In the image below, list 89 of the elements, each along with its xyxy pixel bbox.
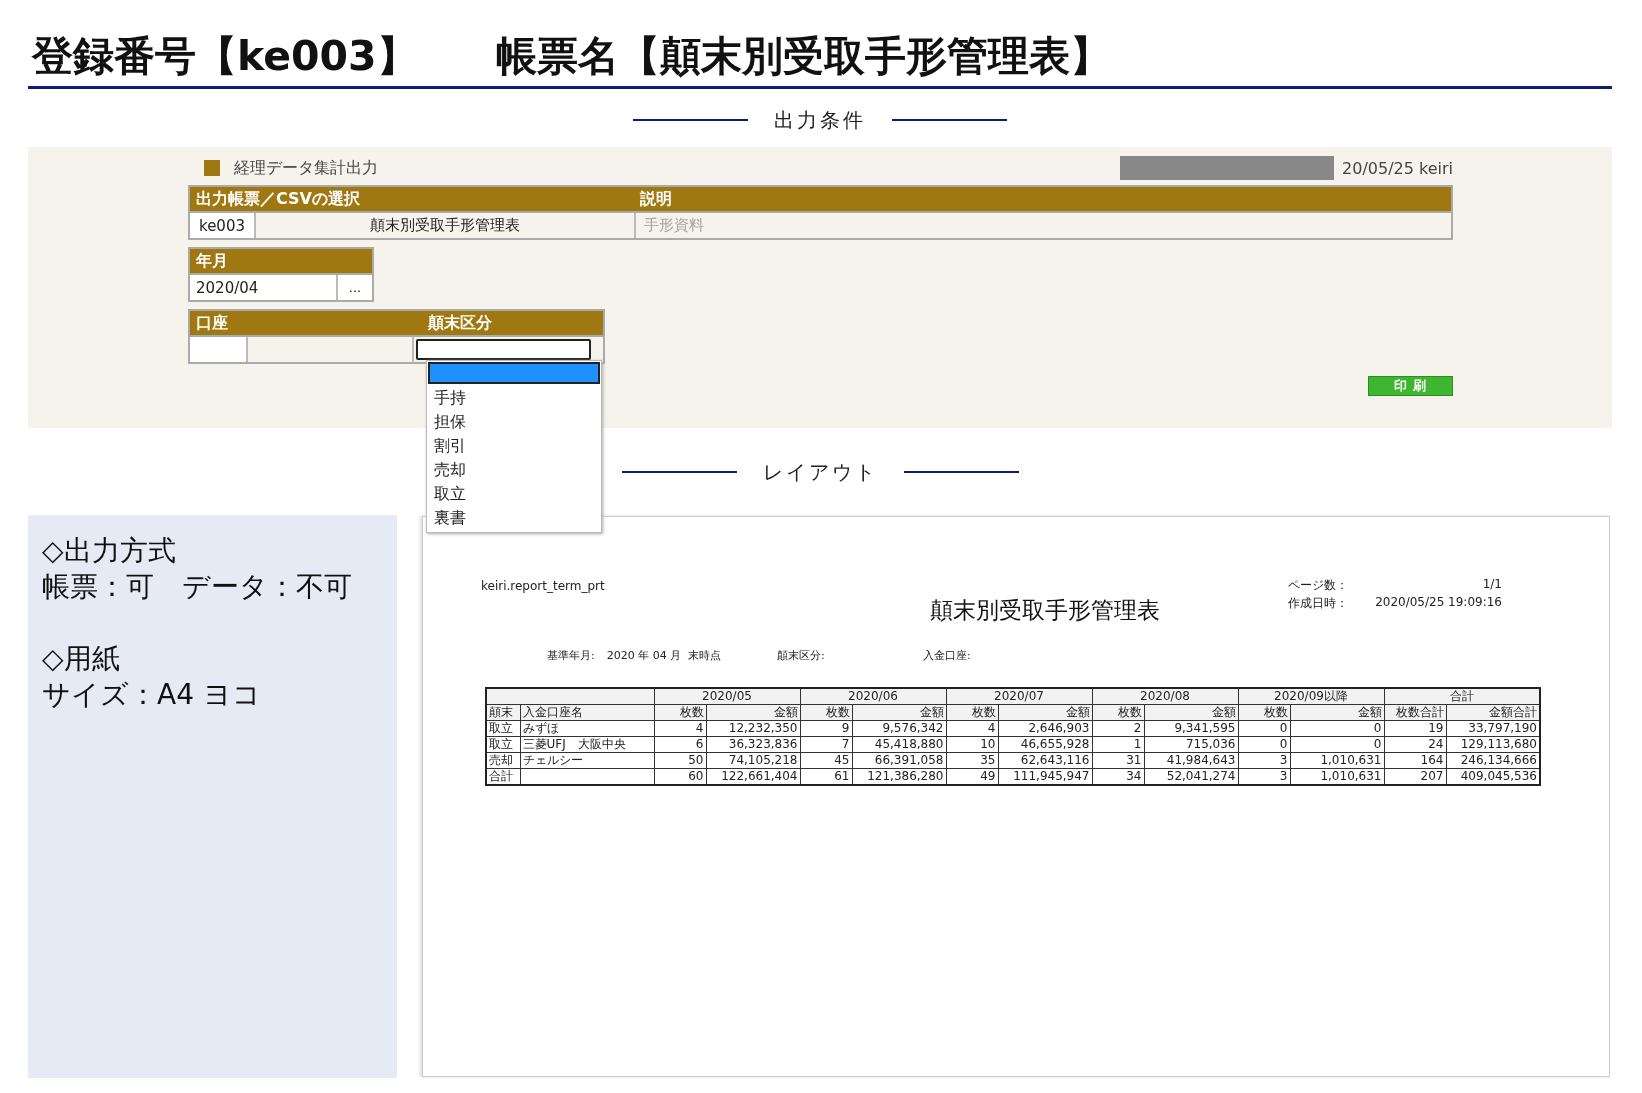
app-label: 経理データ集計出力 [234,157,378,179]
table-cell: 74,105,218 [706,752,800,769]
table-cell: 19 [1384,720,1446,737]
column-group-header: 2020/09以降 [1238,688,1384,705]
program-id: keiri.report_term_prt [481,579,606,595]
table-cell: 9,576,342 [852,720,946,737]
table-cell: 2 [1092,720,1144,737]
table-cell: 7 [800,736,852,753]
description-cell-text: 手形資料 [643,215,704,236]
column-group-header: 2020/06 [800,688,946,705]
table-cell: 取立 [486,720,520,737]
meta-label: ページ数： [1288,577,1348,594]
table-cell: 45 [800,752,852,769]
condition-value: 2020 年 04 月 末時点 [606,648,722,663]
note-heading: ◇用紙 [42,641,121,677]
table-cell: 246,134,666 [1446,752,1540,769]
table-cell: 0 [1290,736,1384,753]
table-cell: 0 [1238,736,1290,753]
account-code-field[interactable] [190,337,248,362]
year-month-field[interactable]: 2020/04 [190,275,338,300]
column-group-header: 2020/08 [1092,688,1238,705]
condition-label: 顛末区分: [777,648,825,663]
registration-number-title: 登録番号【ke003】 [32,32,418,80]
table-cell: 9,341,595 [1144,720,1238,737]
report-code-cell[interactable]: ke003 [190,213,256,238]
dropdown-option[interactable]: 手持 [427,386,601,410]
table-cell: 合計 [486,768,520,785]
field-label: 年月 [195,250,228,272]
table-cell: 24 [1384,736,1446,753]
report-name-title: 帳票名【顛末別受取手形管理表】 [495,32,1111,80]
dropdown-option[interactable]: 割引 [427,434,601,458]
column-group-header: 2020/07 [946,688,1092,705]
report-title: 顛末別受取手形管理表 [930,596,1160,625]
column-header: 出力帳票／CSVの選択 [195,188,361,210]
table-cell: 1 [1092,736,1144,753]
table-cell: 46,655,928 [998,736,1092,753]
square-icon [204,160,220,176]
dropdown-option[interactable]: 裏書 [427,506,601,530]
table-cell: 41,984,643 [1144,752,1238,769]
condition-label: 基準年月: [547,648,595,663]
table-cell: 45,418,880 [852,736,946,753]
table-cell: 66,391,058 [852,752,946,769]
column-group-header: 合計 [1384,688,1540,705]
table-cell: 0 [1238,720,1290,737]
table-cell: 6 [654,736,706,753]
dropdown-option[interactable]: 取立 [427,482,601,506]
table-cell: 164 [1384,752,1446,769]
table-cell: 4 [946,720,998,737]
table-cell: みずほ [520,720,654,737]
table-cell: 33,797,190 [1446,720,1540,737]
table-cell: 1,010,631 [1290,752,1384,769]
note-heading: ◇出力方式 [42,533,177,569]
table-cell: 取立 [486,736,520,753]
column-header: 説明 [639,188,672,210]
table-cell: 129,113,680 [1446,736,1540,753]
table-cell: 35 [946,752,998,769]
condition-label: 入金口座: [923,648,971,663]
table-cell: 2,646,903 [998,720,1092,737]
dropdown-option[interactable] [428,362,600,384]
meta-value: 1/1 [1481,577,1502,593]
field-label: 口座 [195,312,229,334]
table-cell: 36,323,836 [706,736,800,753]
column-group-header: 2020/05 [654,688,800,705]
table-cell: 31 [1092,752,1144,769]
table-cell: 三菱UFJ 大阪中央 [520,736,654,753]
table-cell: 12,232,350 [706,720,800,737]
note-text: サイズ：A4 ヨコ [42,677,262,713]
section-heading: レイアウト [762,458,878,486]
table-cell: 9 [800,720,852,737]
login-info: 20/05/25 keiri [1342,158,1453,178]
table-cell: 10 [946,736,998,753]
meta-label: 作成日時： [1288,595,1348,612]
table-cell: 0 [1290,720,1384,737]
table-cell: 売却 [486,752,520,769]
note-text: 帳票：可 データ：不可 [42,569,353,605]
table-cell: 50 [654,752,706,769]
section-heading: 出力条件 [774,106,866,134]
meta-value: 2020/05/25 19:09:16 [1374,595,1502,611]
report-name-cell[interactable]: 顛末別受取手形管理表 [256,213,636,238]
dropdown-field[interactable] [416,339,591,360]
table-cell: 4 [654,720,706,737]
field-label: 顛末区分 [427,312,492,334]
picker-button[interactable]: ... [338,275,372,300]
table-cell: 62,643,116 [998,752,1092,769]
table-cell: 3 [1238,752,1290,769]
table-cell: チェルシー [520,752,654,769]
dropdown-option[interactable]: 担保 [427,410,601,434]
table-cell: 715,036 [1144,736,1238,753]
dropdown-option[interactable]: 売却 [427,458,601,482]
